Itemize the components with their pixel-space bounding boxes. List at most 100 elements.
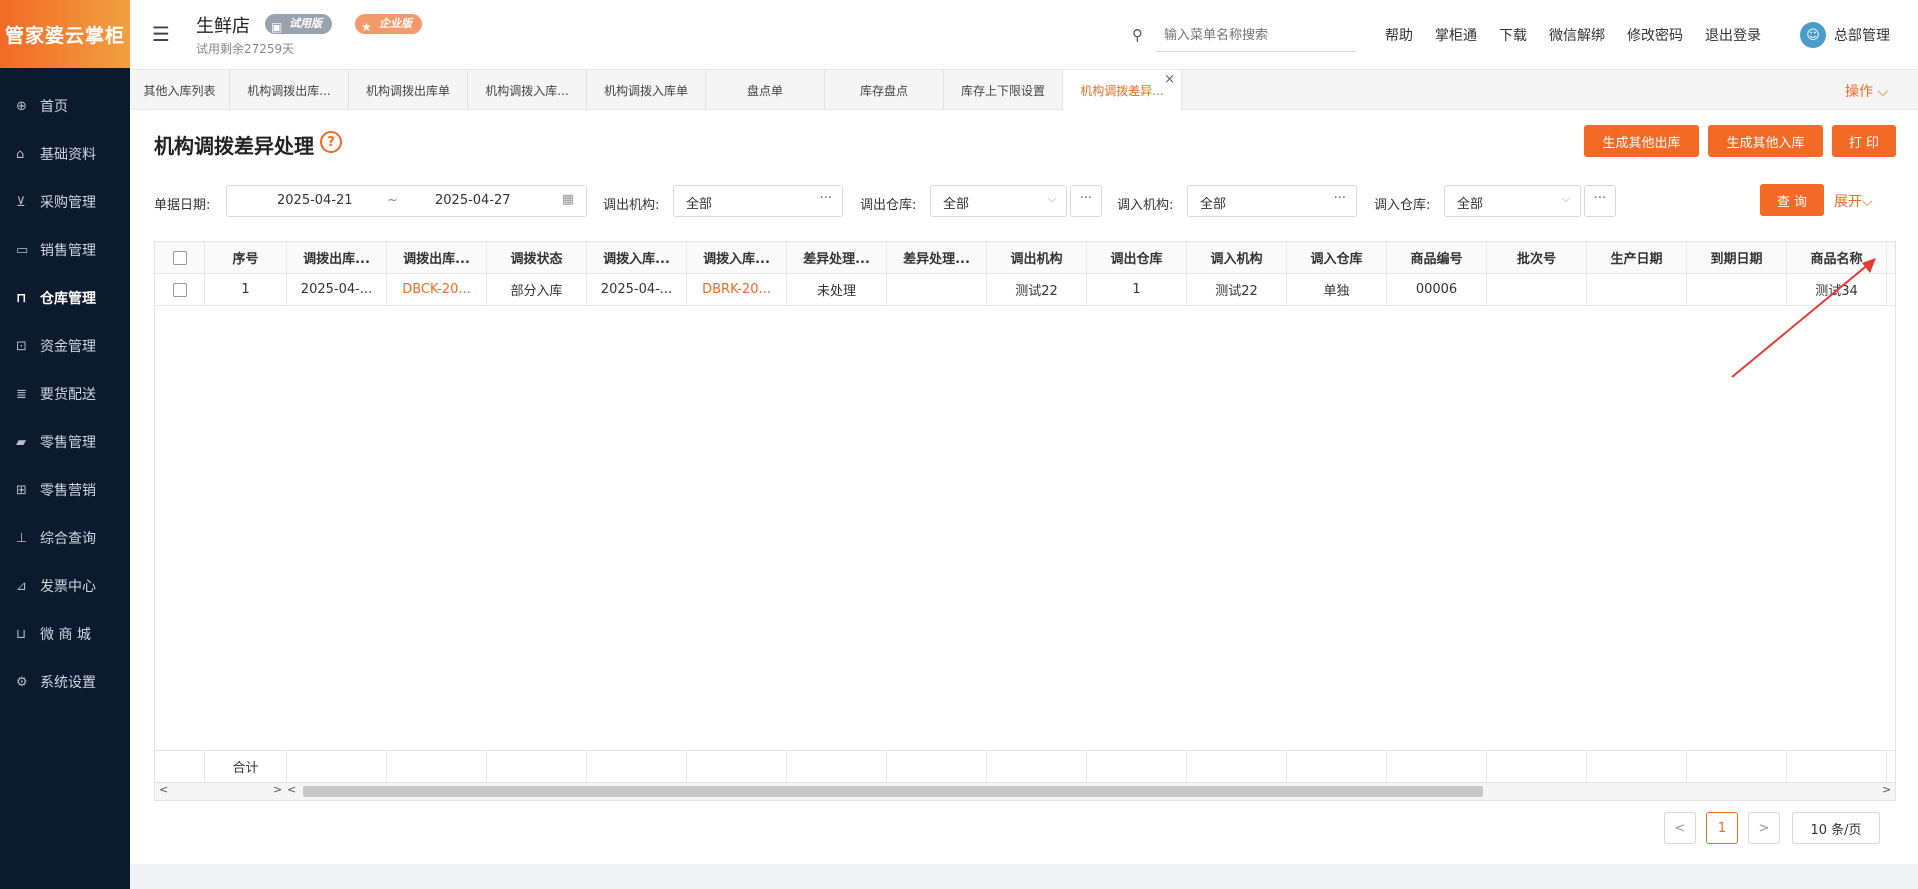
sidebar-item-warehouse[interactable]: ⊓ 仓库管理 — [0, 274, 130, 322]
avatar[interactable]: ☺ — [1800, 22, 1826, 48]
calendar-icon[interactable]: ▦ — [562, 192, 574, 207]
date-from[interactable]: 2025-04-21 — [277, 193, 353, 208]
query-button[interactable]: 查 询 — [1760, 184, 1824, 216]
in-org-label: 调入机构: — [1117, 198, 1174, 213]
column-header[interactable]: 调拨出库... — [387, 242, 487, 274]
column-header[interactable]: 批次号 — [1487, 242, 1587, 274]
column-header[interactable]: 差异处理... — [787, 242, 887, 274]
sidebar-item-globe[interactable]: ⊕ 首页 — [0, 82, 130, 130]
in-org-select[interactable]: 全部 ··· — [1187, 185, 1357, 217]
tab-item[interactable]: 盘点单 — [706, 70, 825, 110]
select-all-checkbox[interactable] — [172, 250, 187, 265]
next-page-button[interactable]: > — [1748, 812, 1780, 844]
out-warehouse-select[interactable]: 全部 ⌵ — [930, 185, 1067, 217]
user-name[interactable]: 总部管理 — [1834, 25, 1890, 45]
scroll-left-icon[interactable]: < — [159, 783, 168, 796]
table-cell[interactable]: DBCK-20... — [387, 274, 487, 306]
table-cell — [1487, 274, 1587, 306]
column-header[interactable]: 调入机构 — [1187, 242, 1287, 274]
more-icon[interactable]: ··· — [820, 191, 832, 206]
column-header[interactable]: 到期日期 — [1687, 242, 1787, 274]
tab-item[interactable]: 其他入库列表 — [130, 70, 230, 110]
logout-link[interactable]: 退出登录 — [1705, 25, 1761, 45]
cart-icon: ⊻ — [16, 194, 26, 210]
generate-other-in-button[interactable]: 生成其他入库 — [1708, 125, 1823, 157]
sidebar-item-chart[interactable]: ⊥ 综合查询 — [0, 514, 130, 562]
column-header[interactable]: 调拨入库... — [687, 242, 787, 274]
tab-item[interactable]: 机构调拨差异... × — [1063, 70, 1182, 110]
page-number-button[interactable]: 1 — [1706, 812, 1738, 844]
sidebar-item-bag[interactable]: ⊔ 微 商 城 — [0, 610, 130, 658]
in-warehouse-more-button[interactable]: ··· — [1584, 185, 1616, 217]
tab-label: 机构调拨差异... — [1080, 83, 1164, 98]
out-warehouse-more-button[interactable]: ··· — [1070, 185, 1102, 217]
sidebar-item-retail[interactable]: ▰ 零售管理 — [0, 418, 130, 466]
column-header[interactable]: 调拨入库... — [587, 242, 687, 274]
column-header[interactable]: 商品名称 — [1787, 242, 1887, 274]
help-icon[interactable]: ? — [320, 131, 342, 153]
column-header[interactable]: 调出仓库 — [1087, 242, 1187, 274]
wechat-unbind-link[interactable]: 微信解绑 — [1549, 25, 1605, 45]
date-to[interactable]: 2025-04-27 — [435, 193, 511, 208]
generate-other-out-button[interactable]: 生成其他出库 — [1584, 125, 1699, 157]
prev-page-button[interactable]: < — [1664, 812, 1696, 844]
change-password-link[interactable]: 修改密码 — [1627, 25, 1683, 45]
tab-item[interactable]: 机构调拨出库... — [230, 70, 349, 110]
tab-item[interactable]: 库存上下限设置 — [944, 70, 1063, 110]
help-link[interactable]: 帮助 — [1385, 25, 1413, 45]
column-header[interactable]: 调拨出库... — [287, 242, 387, 274]
sidebar-item-gear[interactable]: ⚙ 系统设置 — [0, 658, 130, 706]
column-header[interactable]: 调出机构 — [987, 242, 1087, 274]
sidebar-item-delivery[interactable]: ≣ 要货配送 — [0, 370, 130, 418]
tab-item[interactable]: 机构调拨入库单 — [587, 70, 706, 110]
user-menu[interactable]: ☺ 总部管理 — [1800, 22, 1890, 48]
sidebar-item-money[interactable]: ⊡ 资金管理 — [0, 322, 130, 370]
column-header[interactable]: 调拨状态 — [487, 242, 587, 274]
column-header[interactable]: 调入仓库 — [1287, 242, 1387, 274]
scroll-right-icon[interactable]: > — [273, 783, 282, 796]
summary-cell — [687, 751, 787, 783]
column-header[interactable]: 差异处理... — [887, 242, 987, 274]
column-header[interactable]: 序号 — [205, 242, 287, 274]
close-icon[interactable]: × — [1164, 72, 1175, 87]
summary-cell — [987, 751, 1087, 783]
menu-search-input[interactable] — [1156, 20, 1356, 52]
sidebar-item-home[interactable]: ⌂ 基础资料 — [0, 130, 130, 178]
table-cell — [887, 274, 987, 306]
sidebar-item-cart[interactable]: ⊻ 采购管理 — [0, 178, 130, 226]
tabs-operation-menu[interactable]: 操作 ⌵ — [1845, 81, 1888, 101]
expand-filters-toggle[interactable]: 展开⌵ — [1834, 191, 1873, 211]
out-org-select[interactable]: 全部 ··· — [673, 185, 843, 217]
in-warehouse-select[interactable]: 全部 ⌵ — [1444, 185, 1581, 217]
search-icon[interactable]: ⚲ — [1132, 26, 1143, 44]
chevron-down-icon[interactable]: ⌵ — [1048, 192, 1056, 206]
row-checkbox-cell[interactable] — [155, 274, 205, 306]
brand-logo[interactable]: 管家婆云掌柜 — [0, 0, 130, 68]
tab-item[interactable]: 库存盘点 — [825, 70, 944, 110]
table-row[interactable]: 1 2025-04-... DBCK-20... 部分入库 2025-04-... DBR… — [155, 274, 1895, 306]
download-link[interactable]: 下载 — [1499, 25, 1527, 45]
more-icon[interactable]: ··· — [1334, 191, 1346, 206]
sidebar-item-sales[interactable]: ▭ 销售管理 — [0, 226, 130, 274]
tab-item[interactable]: 机构调拨入库... — [468, 70, 587, 110]
menu-toggle-icon[interactable]: ☰ — [152, 22, 170, 46]
zhangguitong-link[interactable]: 掌柜通 — [1435, 25, 1477, 45]
horizontal-scrollbar[interactable]: < > < > — [155, 782, 1895, 800]
scroll-right-icon[interactable]: > — [1882, 783, 1891, 796]
page-size-select[interactable]: 10 条/页 — [1792, 812, 1880, 844]
sidebar-item-label: 零售管理 — [40, 435, 96, 451]
column-header[interactable]: 生产日期 — [1587, 242, 1687, 274]
scroll-left-icon[interactable]: < — [287, 783, 296, 796]
print-button[interactable]: 打 印 — [1832, 125, 1896, 157]
table-cell[interactable]: DBRK-20... — [687, 274, 787, 306]
sidebar-item-gift[interactable]: ⊞ 零售营销 — [0, 466, 130, 514]
tab-item[interactable]: 机构调拨出库单 — [349, 70, 468, 110]
row-checkbox[interactable] — [172, 282, 187, 297]
date-range-picker[interactable]: 2025-04-21 ~ 2025-04-27 ▦ — [226, 185, 587, 217]
column-header[interactable]: 商品编号 — [1387, 242, 1487, 274]
chevron-down-icon[interactable]: ⌵ — [1562, 192, 1570, 206]
table-cell: 00006 — [1387, 274, 1487, 306]
sidebar-item-invoice[interactable]: ⊿ 发票中心 — [0, 562, 130, 610]
select-all-checkbox-cell[interactable] — [155, 242, 205, 274]
scrollbar-thumb[interactable] — [303, 786, 1483, 797]
